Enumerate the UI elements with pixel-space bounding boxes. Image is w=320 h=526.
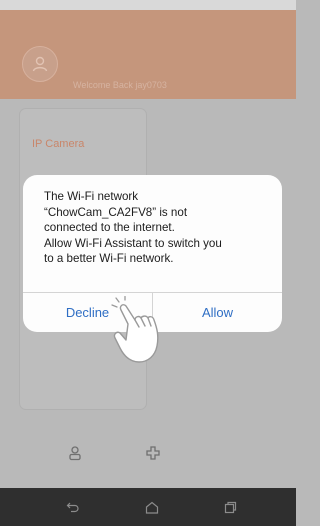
user-avatar-icon[interactable] [22, 46, 58, 82]
navigation-bar [0, 488, 296, 526]
person-icon[interactable] [62, 440, 88, 466]
add-icon[interactable] [140, 440, 166, 466]
welcome-text: Welcome Back jay0703 [73, 80, 167, 90]
allow-button[interactable]: Allow [153, 293, 282, 332]
tap-hand-icon [111, 296, 159, 363]
back-icon[interactable] [64, 498, 82, 516]
home-icon[interactable] [143, 498, 161, 516]
status-bar [0, 0, 296, 10]
dialog-message: The Wi-Fi network “ChowCam_CA2FV8” is no… [44, 190, 222, 265]
recents-icon[interactable] [221, 498, 239, 516]
device-card-title: IP Camera [32, 138, 85, 150]
